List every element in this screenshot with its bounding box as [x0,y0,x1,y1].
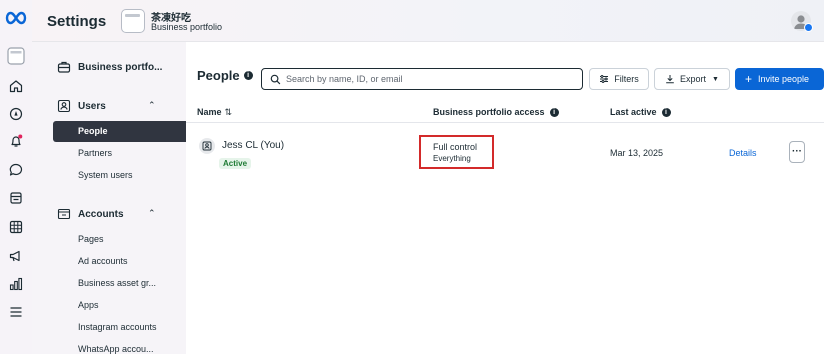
column-header-label: Name [197,107,222,117]
search-box[interactable] [261,68,583,90]
filters-button[interactable]: Filters [589,68,649,90]
access-scope: Everything [433,154,471,163]
sidebar-section-label: Accounts [78,208,124,220]
meta-logo-icon[interactable] [3,10,29,26]
section-title: People i [197,68,253,83]
main-content: Peoplei Filters Export ▼ + Invite people… [186,42,824,354]
column-header-last-active: Last active i [610,107,671,118]
sidebar-item-system-users[interactable]: System users [78,170,133,180]
pages-icon[interactable] [6,188,26,208]
sidebar-item-apps[interactable]: Apps [78,300,99,310]
business-portfolio-thumb-icon[interactable] [121,9,145,33]
column-header-label: Business portfolio access [433,107,545,117]
status-badge: Active [219,158,252,169]
sidebar-item-pages[interactable]: Pages [78,234,104,244]
sidebar-item-partners[interactable]: Partners [78,148,112,158]
megaphone-icon[interactable] [6,246,26,266]
sidebar-item-ad-accounts[interactable]: Ad accounts [78,256,128,266]
sidebar-item-people[interactable]: People [53,121,203,142]
home-icon[interactable] [6,76,26,96]
column-header-access: Business portfolio access i [433,107,559,118]
sidebar-item-instagram-accounts[interactable]: Instagram accounts [78,322,157,332]
caret-down-icon: ▼ [712,75,719,83]
access-level: Full control [433,142,478,152]
accounts-icon [57,208,71,220]
sidebar-item-whatsapp-accounts[interactable]: WhatsApp accou... [78,344,154,354]
filters-label: Filters [614,74,639,84]
details-link[interactable]: Details [729,148,757,158]
notifications-icon[interactable] [6,131,26,151]
filter-icon [600,75,609,83]
briefcase-icon [57,61,71,73]
plus-icon: + [745,72,753,86]
sidebar-section-users[interactable]: Users [57,99,106,113]
more-options-button[interactable]: ··· [789,141,805,163]
highlight-box [419,135,494,169]
menu-icon[interactable] [6,302,26,322]
chevron-up-icon[interactable]: ⌃ [148,100,156,111]
invite-label: Invite people [758,74,810,84]
bar-chart-icon[interactable] [6,274,26,294]
export-label: Export [680,74,707,84]
last-active-date: Mar 13, 2025 [610,148,664,158]
info-icon[interactable]: i [549,108,559,118]
chevron-up-icon[interactable]: ⌃ [148,208,156,219]
sidebar-section-accounts[interactable]: Accounts [57,207,124,221]
sidebar-item-label: People [78,126,108,136]
top-header: Settings 茶凍好吃 Business portfolio [32,0,824,42]
users-icon [57,99,71,113]
business-portfolio-thumb-icon[interactable] [6,46,26,66]
person-icon [199,138,215,154]
info-icon[interactable]: i [661,108,671,118]
compass-icon[interactable] [6,104,26,124]
icon-rail [0,0,32,354]
column-header-name[interactable]: Name ⇅ [197,107,232,118]
facebook-badge-icon [804,23,813,32]
settings-sidebar: Business portfo... Users ⌃ People Partne… [32,42,203,354]
invite-people-button[interactable]: + Invite people [735,68,824,90]
info-icon[interactable]: i [243,71,253,81]
section-title-text: People [197,68,240,83]
sidebar-item-business-asset-groups[interactable]: Business asset gr... [78,278,156,288]
sidebar-section-label: Users [78,100,106,112]
sidebar-item-label: Business portfo... [78,61,163,73]
table-icon[interactable] [6,217,26,237]
page-title: Settings [47,13,107,30]
search-icon [270,74,281,84]
search-input[interactable] [286,74,566,84]
sidebar-item-business-portfolio[interactable]: Business portfo... [57,60,162,74]
column-header-label: Last active [610,107,657,117]
sort-icon[interactable]: ⇅ [225,107,233,117]
export-button[interactable]: Export ▼ [654,68,730,90]
portfolio-subtitle: Business portfolio [151,22,223,32]
person-name[interactable]: Jess CL (You) [222,140,284,151]
divider [186,122,824,123]
chat-icon[interactable] [6,160,26,180]
download-icon [666,75,674,84]
